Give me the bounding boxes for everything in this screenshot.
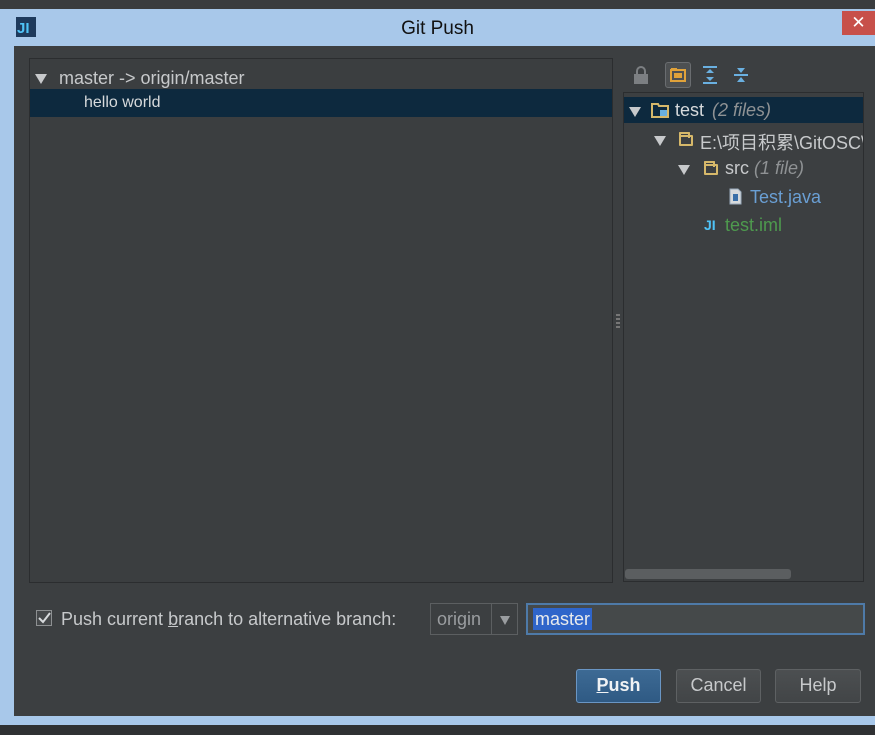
- dialog-title: Git Push: [401, 18, 474, 39]
- folder-icon: [679, 132, 693, 146]
- collapse-all-icon[interactable]: [728, 62, 754, 88]
- background-window-strip-bottom: [0, 725, 875, 735]
- checkmark-icon: [38, 612, 51, 624]
- panel-splitter-handle[interactable]: [616, 314, 620, 330]
- group-by-directory-icon[interactable]: [665, 62, 691, 88]
- push-alt-branch-checkbox[interactable]: [36, 610, 52, 626]
- alt-branch-selection: master: [533, 608, 593, 630]
- svg-text:JI: JI: [704, 217, 716, 232]
- iml-file-icon: JI: [704, 217, 716, 232]
- push-mnemonic: P: [596, 675, 609, 695]
- lock-icon[interactable]: [628, 62, 654, 88]
- commit-row[interactable]: hello world: [30, 89, 612, 117]
- label-part: ranch to alternative branch:: [178, 609, 397, 629]
- root-name: test: [675, 100, 705, 120]
- expand-arrow-icon[interactable]: [629, 107, 641, 117]
- push-alt-branch-label: Push current branch to alternative branc…: [61, 609, 396, 630]
- remote-value: origin: [437, 609, 482, 629]
- expand-arrow-icon[interactable]: [35, 74, 47, 84]
- expand-all-icon[interactable]: [697, 62, 723, 88]
- cancel-button[interactable]: Cancel: [676, 669, 761, 703]
- background-window-strip: [0, 0, 875, 9]
- src-file-count: (1 file): [754, 158, 805, 178]
- commit-list-panel[interactable]: master -> origin/master hello world: [29, 58, 613, 583]
- expand-arrow-icon[interactable]: [654, 136, 666, 146]
- root-file-count: (2 files): [712, 100, 772, 120]
- label-mnemonic: b: [168, 609, 179, 629]
- changed-files-tree[interactable]: test (2 files) E:\项目积累\GitOSC\ src (1 fi…: [623, 92, 864, 582]
- branch-label: master -> origin/master: [59, 68, 245, 88]
- dir-path: E:\项目积累\GitOSC\: [700, 133, 864, 153]
- push-label: ush: [608, 675, 641, 695]
- tree-root-node[interactable]: test (2 files): [624, 97, 863, 123]
- file-name: test.iml: [725, 215, 783, 235]
- tree-horizontal-scrollbar[interactable]: [625, 569, 791, 579]
- folder-icon: [704, 161, 718, 175]
- remote-select[interactable]: origin: [430, 603, 518, 635]
- push-button[interactable]: Push: [576, 669, 661, 703]
- commit-message: hello world: [84, 94, 161, 111]
- select-divider: [491, 604, 492, 634]
- label-part: Push current: [61, 609, 169, 629]
- module-folder-icon: [651, 103, 669, 118]
- java-file-icon: [729, 188, 742, 205]
- expand-arrow-icon[interactable]: [678, 165, 690, 175]
- file-name: Test.java: [750, 187, 822, 207]
- help-button[interactable]: Help: [775, 669, 861, 703]
- branch-node[interactable]: master -> origin/master: [30, 65, 612, 91]
- src-name: src: [725, 158, 749, 178]
- chevron-down-icon[interactable]: [500, 616, 510, 625]
- close-button[interactable]: ✕: [842, 11, 875, 35]
